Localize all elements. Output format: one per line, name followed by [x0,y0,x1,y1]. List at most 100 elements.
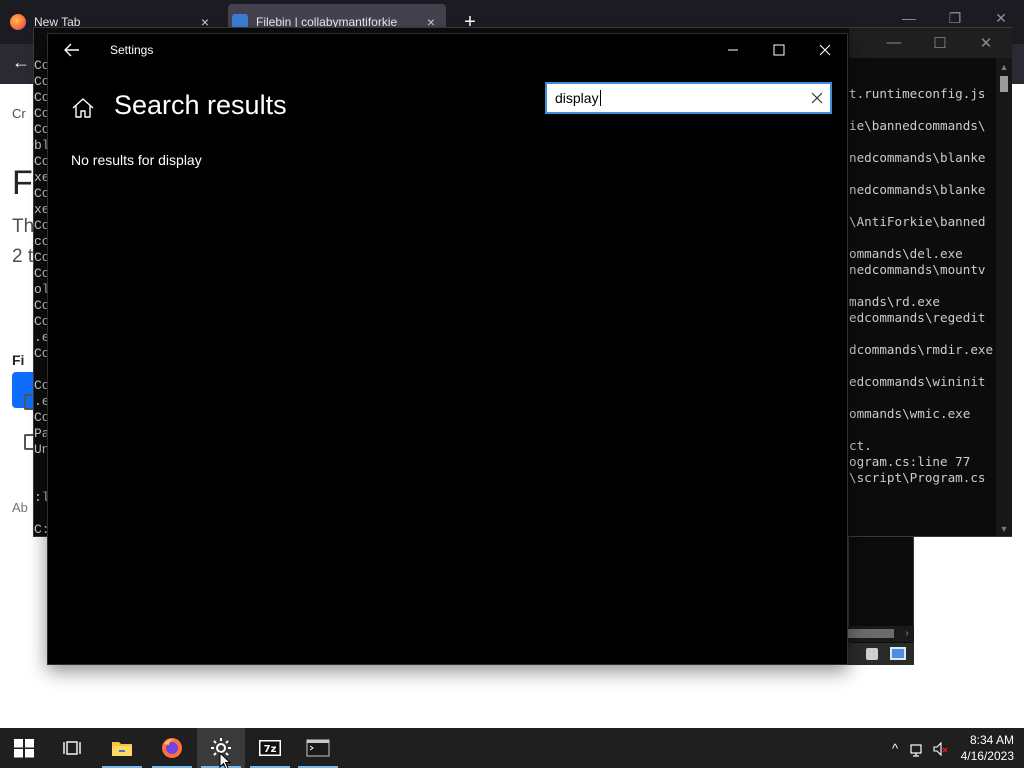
browser-close-button[interactable]: ✕ [986,10,1016,27]
page-fragment: Cr [12,106,26,121]
status-icon [866,648,878,660]
console-minimize-button[interactable]: — [879,34,909,51]
console-line: Co [34,154,48,169]
task-view-icon [63,741,81,755]
console-right-output: t.runtimeconfig.js ie\bannedcommands\ ne… [849,86,995,486]
file-explorer-button[interactable] [98,728,146,768]
console-line: C: [34,522,48,537]
7zip-button[interactable]: 7z [246,728,294,768]
page-fragment: Fi [12,352,25,368]
horizontal-scrollbar[interactable]: › [848,626,914,642]
console-line: nedcommands\mountv [849,262,986,277]
console-line: xe [34,170,48,185]
console-status-bar [848,643,914,665]
task-view-button[interactable] [48,728,96,768]
browser-page-content: Cr F Th 2 t Fi Ab [0,84,36,684]
no-results-message: No results for display [71,152,202,168]
7zip-icon: 7z [259,740,281,756]
start-button[interactable] [0,728,48,768]
page-fragment: Ab [12,500,28,515]
page-fragment: Th [12,216,34,237]
back-button[interactable] [60,39,84,61]
svg-text:7z: 7z [264,744,277,755]
command-prompt-button[interactable] [294,728,342,768]
maximize-button[interactable] [756,34,802,66]
settings-window[interactable]: Settings Search results No results for d… [47,33,848,665]
back-arrow-icon[interactable]: ← [12,52,30,73]
scroll-up-icon[interactable]: ▲ [996,62,1012,72]
settings-titlebar: Settings [48,34,848,66]
console-line: co [34,234,48,249]
firefox-icon [10,14,26,30]
volume-muted-icon[interactable] [932,740,950,758]
scroll-thumb[interactable] [848,629,894,638]
console-line: ol [34,282,48,297]
window-title: Settings [110,43,154,57]
chevron-up-icon[interactable]: ^ [886,740,904,758]
mouse-cursor-icon [219,752,232,768]
console-line: :l [34,490,48,505]
layout-icon [890,647,906,660]
console-close-button[interactable]: ✕ [971,34,1001,52]
console-line: edcommands\regedit [849,310,986,325]
scroll-right-icon[interactable]: › [900,626,914,642]
console-line: \script\Program.cs [849,470,986,485]
taskbar: 7z ^ 8:34 AM 4/16/2023 [0,728,1024,768]
console-line: .e [34,330,48,345]
home-icon [72,98,94,118]
console-line: Co [34,410,48,425]
console-line: Co [34,186,48,201]
folder-icon [112,742,132,756]
console-line: Pa [34,426,48,441]
console-line: ct. [849,438,872,453]
clock-date: 4/16/2023 [960,749,1014,763]
home-button[interactable] [70,96,96,120]
search-input[interactable] [555,89,795,107]
console-line: ommands\del.exe [849,246,963,261]
console-line: bl [34,138,48,153]
maximize-icon [773,44,785,56]
clock[interactable]: 8:34 AM 4/16/2023 [960,732,1014,764]
page-fragment: F [12,164,33,202]
close-button[interactable] [802,34,848,66]
scroll-thumb[interactable] [1000,76,1008,92]
console-line: Co [34,298,48,313]
page-title: Search results [114,90,287,120]
scroll-down-icon[interactable]: ▼ [996,524,1012,534]
clear-search-icon[interactable] [809,90,825,106]
console-maximize-button[interactable]: ☐ [925,34,955,52]
firefox-button[interactable] [148,728,196,768]
browser-maximize-button[interactable]: ❐ [940,10,970,27]
console-line: nedcommands\blanke [849,150,986,165]
search-box[interactable] [545,82,832,114]
terminal-icon [306,739,330,757]
console-line: Co [34,250,48,265]
console-line: Co [34,266,48,281]
windows-logo-icon [14,739,34,758]
browser-minimize-button[interactable]: — [894,10,924,26]
firefox-icon [162,738,182,758]
back-arrow-icon [64,43,79,57]
console-line: \AntiForkie\banned [849,214,986,229]
minimize-button[interactable] [710,34,756,66]
console-line: t.runtimeconfig.js [849,86,986,101]
console-titlebar: — ☐ ✕ [849,28,1012,58]
console-line: Un [34,442,48,457]
console-line: ommands\wmic.exe [849,406,971,421]
text-caret [599,90,601,106]
console-line: Co [34,122,48,137]
console-left-output: Co Co Co Co Co bl Co xe Co xe Co co Co Co ol Co Co .e Co C… [34,58,48,538]
minimize-icon [728,49,738,51]
console-scrollbar[interactable]: ▲ ▼ [996,58,1012,536]
network-icon[interactable] [909,740,927,758]
